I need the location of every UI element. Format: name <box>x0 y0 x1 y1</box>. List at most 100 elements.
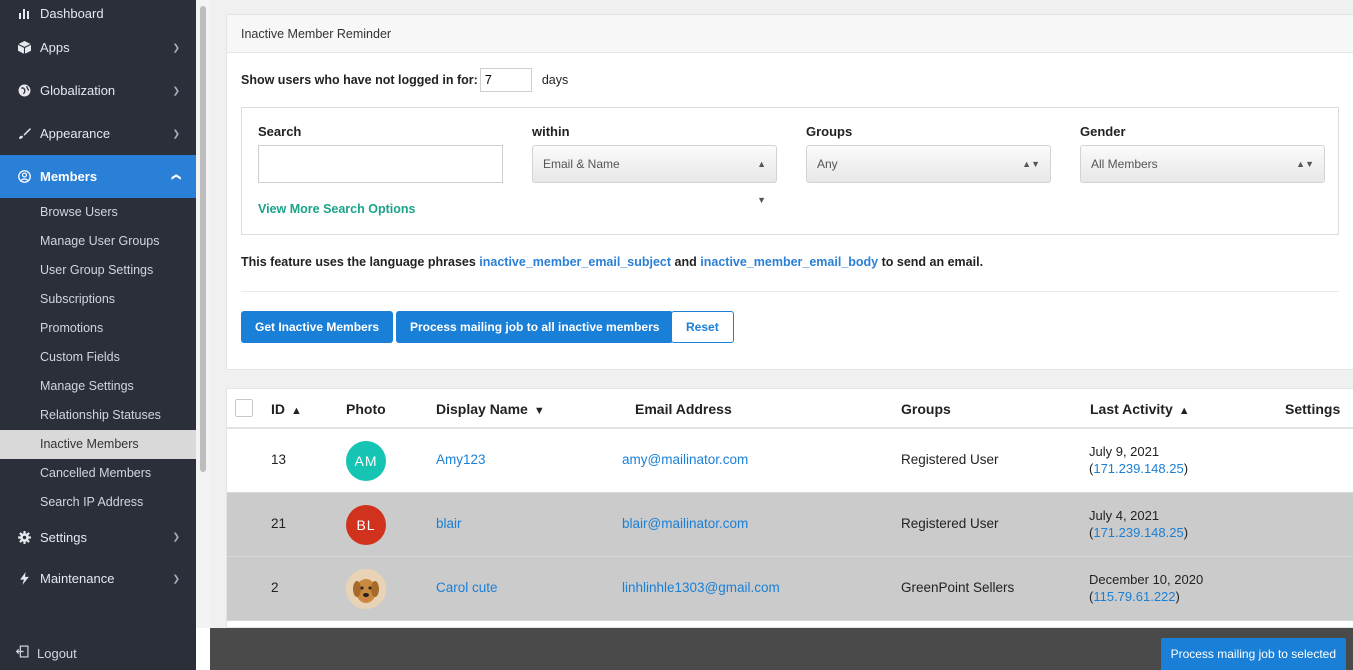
sidebar-subitem-subscriptions[interactable]: Subscriptions <box>0 285 196 314</box>
search-filters: Search within Email & Name ▲ ▼ Groups Any… <box>241 107 1339 235</box>
view-more-search-options-link[interactable]: View More Search Options <box>258 202 415 216</box>
groups-select-value: Any <box>817 157 838 171</box>
brush-icon <box>16 126 32 142</box>
language-phrase-note: This feature uses the language phrases i… <box>241 255 983 269</box>
select-arrows-icon: ▲▼ <box>1296 159 1314 169</box>
groups-label: Groups <box>806 124 853 139</box>
cell-group: GreenPoint Sellers <box>901 580 1015 595</box>
cell-display-name[interactable]: Amy123 <box>436 452 486 467</box>
activity-date: December 10, 2020 <box>1089 572 1204 587</box>
avatar[interactable]: AM <box>346 441 386 481</box>
groups-select[interactable]: Any ▲▼ <box>806 145 1051 183</box>
header-display-name[interactable]: Display Name ▼ <box>436 389 545 431</box>
sidebar-item-apps[interactable]: Apps ❯ <box>0 26 196 69</box>
sidebar-subitem-manage-user-groups[interactable]: Manage User Groups <box>0 227 196 256</box>
cell-email[interactable]: amy@mailinator.com <box>622 452 748 467</box>
sidebar-item-label: Logout <box>37 645 77 661</box>
cell-last-activity: July 9, 2021 (171.239.148.25) <box>1089 443 1188 477</box>
sidebar-item-label: Apps <box>40 40 70 55</box>
cell-display-name[interactable]: blair <box>436 516 462 531</box>
sidebar-subitem-relationship-statuses[interactable]: Relationship Statuses <box>0 401 196 430</box>
activity-ip-wrap: (171.239.148.25) <box>1089 525 1189 540</box>
gender-select[interactable]: All Members ▲▼ <box>1080 145 1325 183</box>
cell-display-name[interactable]: Carol cute <box>436 580 498 595</box>
avatar[interactable] <box>346 569 386 609</box>
sidebar-subitem-promotions[interactable]: Promotions <box>0 314 196 343</box>
cell-email[interactable]: linhlinhle1303@gmail.com <box>622 580 780 595</box>
cell-group: Registered User <box>901 452 999 467</box>
sidebar-item-members[interactable]: Members ❯ <box>0 155 196 198</box>
avatar-initials: BL <box>356 517 376 533</box>
avatar[interactable]: BL <box>346 505 386 545</box>
activity-date: July 9, 2021 <box>1089 444 1160 459</box>
sidebar-item-logout[interactable]: Logout <box>0 636 196 670</box>
chevron-down-icon: ❯ <box>172 85 180 95</box>
search-label: Search <box>258 124 302 139</box>
phrase-link-subject[interactable]: inactive_member_email_subject <box>479 255 671 269</box>
sidebar-item-settings[interactable]: Settings ❯ <box>0 517 196 557</box>
activity-ip-link[interactable]: 171.239.148.25 <box>1093 525 1183 540</box>
get-inactive-members-button[interactable]: Get Inactive Members <box>241 311 394 343</box>
sidebar-subitem-user-group-settings[interactable]: User Group Settings <box>0 256 196 285</box>
table-row[interactable]: 13 AM Amy123 amy@mailinator.com Registered U… <box>227 429 1353 493</box>
table-row[interactable]: 21 BL blair blair@mailinator.com Registered … <box>227 493 1353 557</box>
avatar-initials: AM <box>354 453 378 469</box>
bolt-icon <box>16 571 32 587</box>
sidebar-subitem-inactive-members[interactable]: Inactive Members <box>0 430 196 459</box>
sidebar-subitem-manage-settings[interactable]: Manage Settings <box>0 372 196 401</box>
sidebar-item-label: Maintenance <box>40 571 115 586</box>
sidebar-subitem-custom-fields[interactable]: Custom Fields <box>0 343 196 372</box>
sort-icon: ▲ <box>1178 405 1190 417</box>
sidebar-item-label: Dashboard <box>40 5 104 21</box>
search-input[interactable] <box>258 145 503 183</box>
sidebar-item-maintenance[interactable]: Maintenance ❯ <box>0 557 196 600</box>
select-all-checkbox[interactable] <box>235 399 253 417</box>
header-last-activity[interactable]: Last Activity ▲ <box>1090 389 1190 431</box>
table-row[interactable]: 2 Carol cute linhlinhle1303@gmail.com Green… <box>227 557 1353 621</box>
cell-id: 2 <box>271 580 279 595</box>
chevron-down-icon: ❯ <box>172 128 180 138</box>
members-table: ID ▲︎ Photo Display Name ▼ Email Address G… <box>226 388 1353 628</box>
header-id[interactable]: ID ▲︎ <box>271 389 302 431</box>
sidebar-subitem-cancelled-members[interactable]: Cancelled Members <box>0 459 196 488</box>
activity-ip-link[interactable]: 115.79.61.222 <box>1093 589 1175 604</box>
logout-icon <box>15 645 29 661</box>
table-header: ID ▲︎ Photo Display Name ▼ Email Address G… <box>227 389 1353 429</box>
within-select[interactable]: Email & Name ▲ ▼ <box>532 145 777 205</box>
within-select-value: Email & Name <box>543 157 620 171</box>
cell-id: 13 <box>271 452 287 467</box>
dog-photo-icon <box>346 569 386 609</box>
divider <box>241 291 1339 292</box>
sidebar-subitem-search-ip-address[interactable]: Search IP Address <box>0 488 196 517</box>
gear-icon <box>16 529 32 545</box>
cell-last-activity: July 4, 2021 (171.239.148.25) <box>1089 507 1188 541</box>
process-selected-button[interactable]: Process mailing job to selected <box>1160 638 1346 670</box>
sidebar-item-globalization[interactable]: Globalization ❯ <box>0 69 196 112</box>
sidebar-item-label: Globalization <box>40 83 116 98</box>
cell-id: 21 <box>271 516 287 531</box>
activity-ip-wrap: (171.239.148.25) <box>1089 461 1189 476</box>
note-text: and <box>674 255 697 269</box>
sidebar-item-appearance[interactable]: Appearance ❯ <box>0 112 196 155</box>
chevron-down-icon: ❯ <box>172 42 180 52</box>
days-input[interactable] <box>479 68 532 92</box>
activity-ip-wrap: (115.79.61.222) <box>1089 589 1180 604</box>
globe-icon <box>16 83 32 99</box>
cell-group: Registered User <box>901 516 999 531</box>
user-circle-icon <box>16 169 32 185</box>
chevron-up-icon: ❯ <box>170 172 181 181</box>
sidebar-scrollbar-thumb[interactable] <box>200 6 206 472</box>
process-all-button[interactable]: Process mailing job to all inactive memb… <box>396 311 674 343</box>
note-text: This feature uses the language phrases <box>241 255 476 269</box>
phrase-link-body[interactable]: inactive_member_email_body <box>700 255 878 269</box>
header-settings: Settings <box>1285 401 1341 417</box>
header-groups: Groups <box>901 401 951 417</box>
within-label: within <box>532 124 570 139</box>
sidebar-item-dashboard[interactable]: Dashboard <box>0 0 196 26</box>
days-filter: Show users who have not logged in for: d… <box>241 68 568 92</box>
cell-email[interactable]: blair@mailinator.com <box>622 516 748 531</box>
sidebar-subitem-browse-users[interactable]: Browse Users <box>0 198 196 227</box>
activity-ip-link[interactable]: 171.239.148.25 <box>1093 461 1183 476</box>
main-content: Inactive Member Reminder Show users who … <box>210 0 1353 628</box>
reset-button[interactable]: Reset <box>671 311 734 343</box>
